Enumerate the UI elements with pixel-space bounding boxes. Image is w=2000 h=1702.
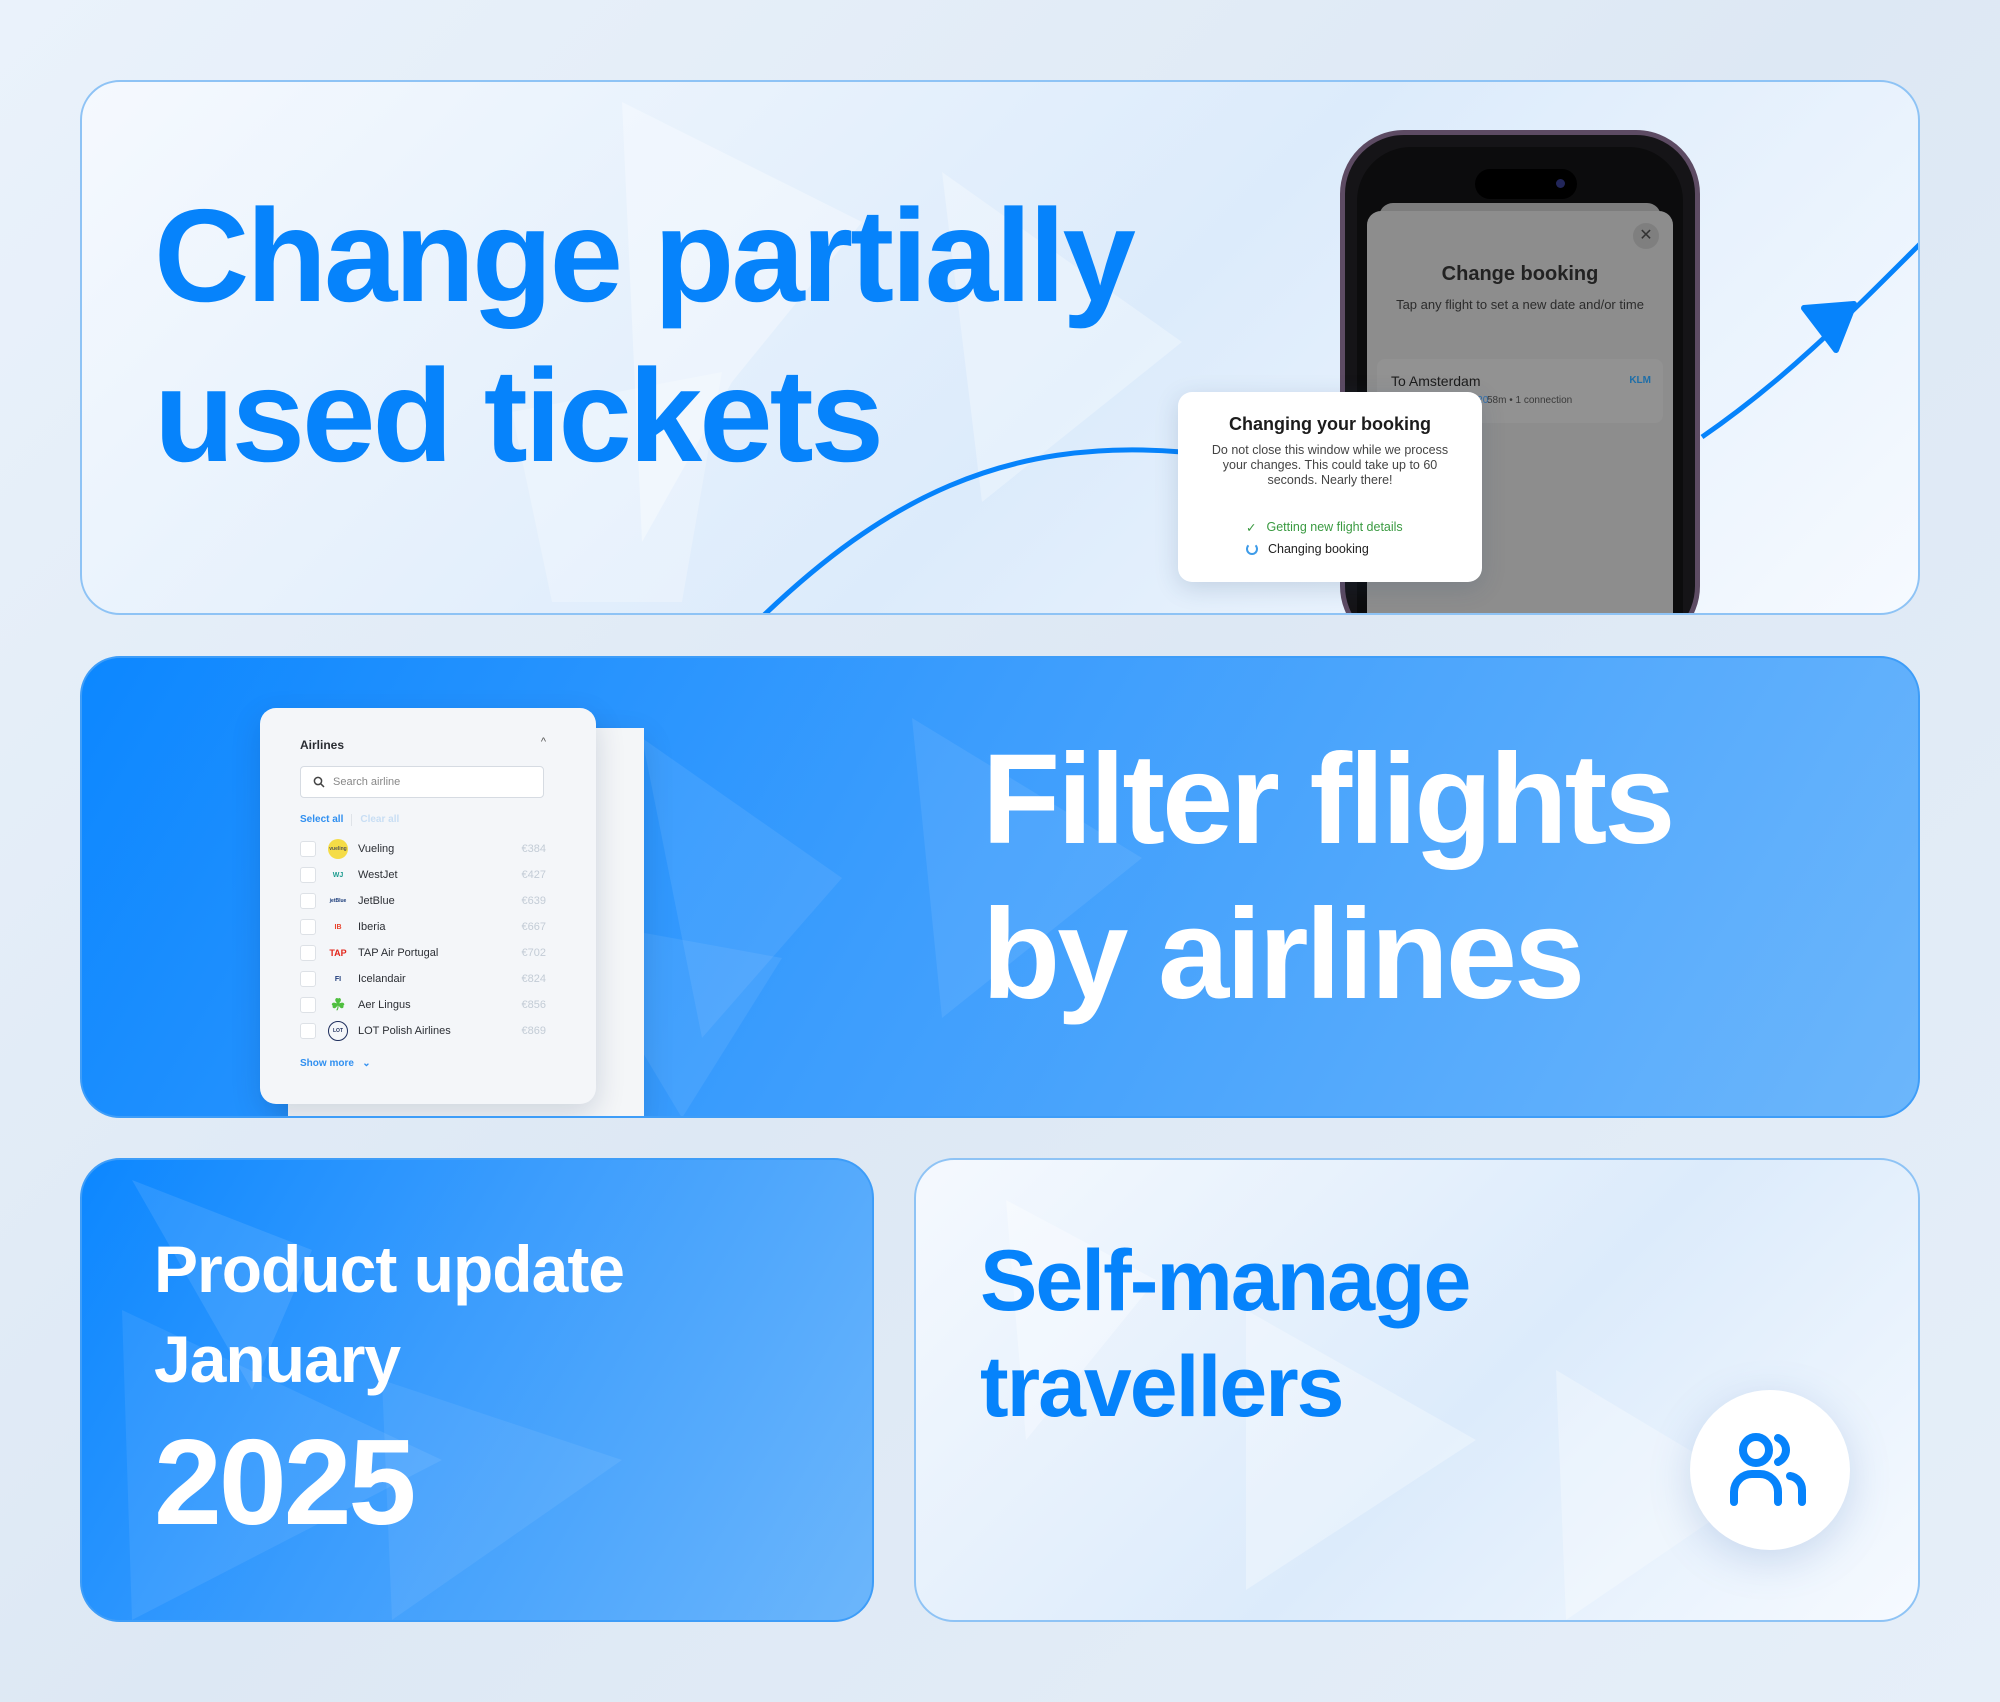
airline-option[interactable]: ☘ Aer Lingus €856 (300, 992, 546, 1018)
icelandair-logo-icon: FI (334, 975, 342, 983)
select-all-link[interactable]: Select all (300, 814, 343, 826)
aer-lingus-logo-icon: ☘ (330, 997, 346, 1014)
progress-steps: ✓ Getting new flight details Changing bo… (1246, 516, 1403, 560)
checkbox[interactable] (300, 971, 316, 987)
vueling-logo-icon: vueling (328, 839, 348, 859)
checkbox[interactable] (300, 841, 316, 857)
check-icon: ✓ (1246, 520, 1257, 535)
airline-option[interactable]: TAP TAP Air Portugal €702 (300, 940, 546, 966)
airline-option[interactable]: WJ WestJet €427 (300, 862, 546, 888)
clear-all-link[interactable]: Clear all (360, 814, 399, 826)
month-label: January (154, 1322, 401, 1396)
close-icon[interactable]: ✕ (1633, 223, 1659, 249)
headline-filter-airlines: Filter flights by airlines (982, 728, 1675, 1026)
airline-option[interactable]: vueling Vueling €384 (300, 836, 546, 862)
year-label: 2025 (154, 1414, 416, 1550)
feature-card-filter-airlines: Airlines ^ Search airline Select all Cle… (80, 656, 1920, 1118)
modal-body: Do not close this window while we proces… (1211, 443, 1449, 487)
chevron-down-icon: ⌄ (356, 1058, 371, 1069)
westjet-logo-icon: WJ (332, 871, 344, 879)
lot-logo-icon: LOT (328, 1021, 348, 1041)
checkbox[interactable] (300, 1023, 316, 1039)
product-update-label: Product update (154, 1232, 625, 1306)
modal-title: Changing your booking (1229, 414, 1431, 434)
headline-change-tickets: Change partially used tickets (154, 182, 1136, 489)
dynamic-island (1475, 169, 1577, 199)
chevron-up-icon[interactable]: ^ (541, 736, 546, 748)
users-icon (1730, 1433, 1807, 1506)
panel-title: Airlines (300, 738, 345, 752)
sheet-subtitle: Tap any flight to set a new date and/or … (1396, 297, 1644, 312)
search-icon (313, 776, 325, 788)
checkbox[interactable] (300, 867, 316, 883)
jetblue-logo-icon: jetBlue (329, 898, 347, 904)
airline-option[interactable]: FI Icelandair €824 (300, 966, 546, 992)
checkbox[interactable] (300, 997, 316, 1013)
step-changing-booking: Changing booking (1246, 538, 1403, 560)
checkbox[interactable] (300, 945, 316, 961)
klm-logo-icon: KLM (1629, 375, 1651, 386)
airlines-filter-panel: Airlines ^ Search airline Select all Cle… (260, 708, 596, 1104)
step-getting-details: ✓ Getting new flight details (1246, 520, 1403, 535)
flight-meta: 58m • 1 connection (1487, 395, 1573, 406)
spinner-icon (1246, 543, 1258, 555)
feature-card-self-manage: Self-manage travellers (914, 1158, 1920, 1622)
flight-destination: To Amsterdam (1391, 373, 1481, 389)
product-update-card: Product update January 2025 (80, 1158, 874, 1622)
airline-option[interactable]: LOT LOT Polish Airlines €869 (300, 1018, 546, 1044)
checkbox[interactable] (300, 893, 316, 909)
sheet-title: Change booking (1441, 263, 1599, 285)
plane-arrow-icon (1801, 301, 1857, 353)
feature-card-change-tickets: Change partially used tickets ✕ Change b… (80, 80, 1920, 615)
search-airline-input[interactable]: Search airline (300, 766, 544, 798)
headline-self-manage: Self-manage travellers (980, 1233, 1471, 1435)
search-placeholder: Search airline (333, 776, 401, 788)
airline-list: vueling Vueling €384 WJ WestJet €427 jet… (300, 836, 546, 1044)
airline-option[interactable]: jetBlue JetBlue €639 (300, 888, 546, 914)
changing-booking-modal: Changing your booking Do not close this … (1178, 392, 1482, 582)
tap-logo-icon: TAP (329, 948, 347, 958)
checkbox[interactable] (300, 919, 316, 935)
travellers-badge (1690, 1390, 1850, 1550)
iberia-logo-icon: IB (334, 923, 342, 931)
show-more-link[interactable]: Show more ⌄ (300, 1058, 371, 1069)
airline-option[interactable]: IB Iberia €667 (300, 914, 546, 940)
